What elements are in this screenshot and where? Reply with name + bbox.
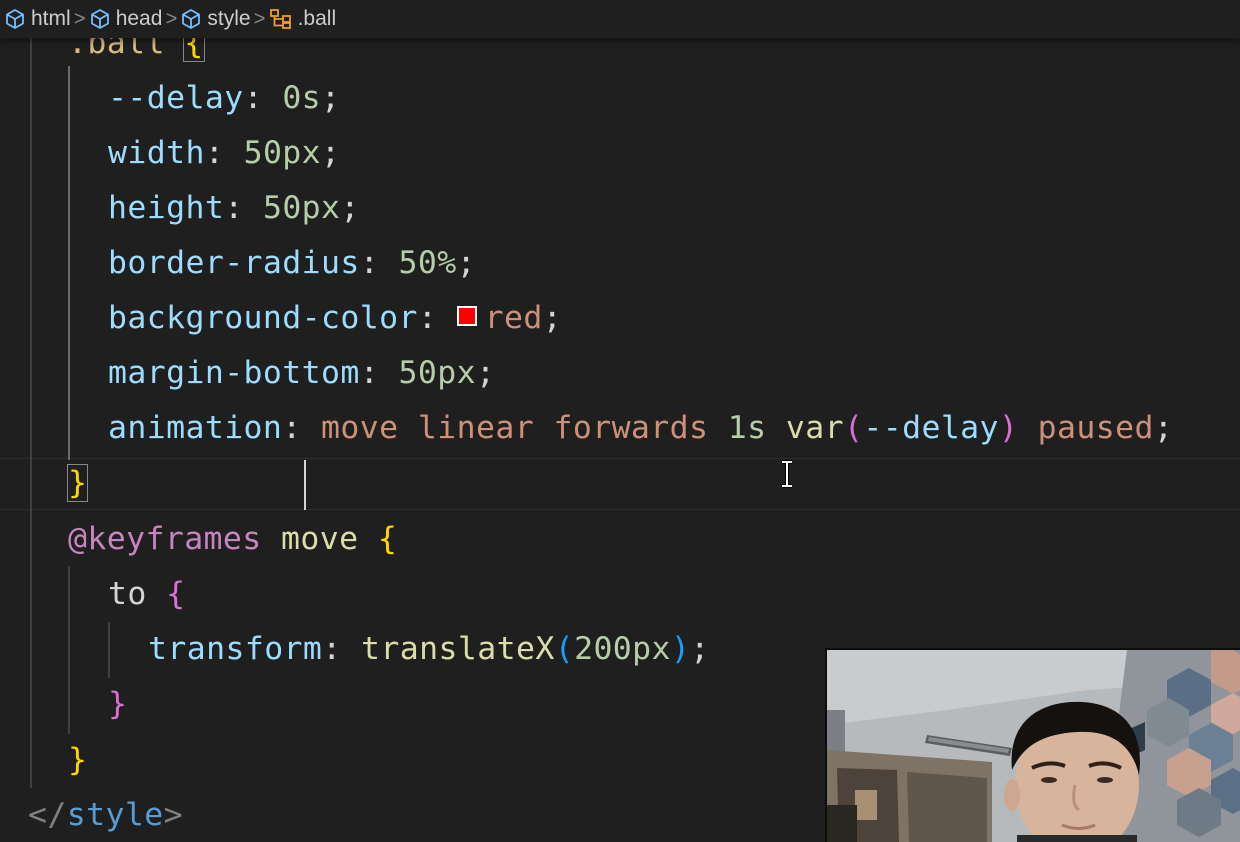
code-line: } [66,456,89,511]
css-property: border-radius [108,245,360,281]
color-swatch-icon[interactable] [456,306,477,326]
code-editor[interactable]: .ball { --delay: 0s; width: 50px; height… [0,0,1240,842]
code-line: height: 50px; [108,190,360,226]
breadcrumb-separator: > [165,7,178,30]
at-rule-keyword: @keyframes [68,521,262,557]
css-value: red [484,300,543,336]
css-property: animation [108,410,283,446]
cube-icon [182,9,201,29]
code-line: </style> [28,797,183,833]
css-function: translateX [361,631,555,667]
code-line: margin-bottom: 50px; [108,355,496,391]
html-tag: style [66,797,164,833]
css-value: 50px [262,190,341,226]
code-line: to { [108,576,186,612]
code-line: animation: move linear forwards 1s var(-… [108,410,1174,446]
code-line: } [108,686,128,722]
current-line-highlight [0,458,1240,510]
selector-icon [269,9,291,29]
keyframes-name: move [281,521,359,557]
ibeam-cursor-icon [782,460,792,488]
text-cursor [304,460,306,510]
breadcrumb-item-html[interactable]: html [4,7,71,31]
css-property: height [108,190,225,226]
css-selector: to [108,576,147,612]
code-line: border-radius: 50%; [108,245,476,281]
webcam-image [827,650,1240,842]
breadcrumb-separator: > [253,7,266,30]
breadcrumb-item-ball[interactable]: .ball [269,7,336,31]
code-line: background-color: red; [108,300,563,336]
code-line: @keyframes move { [68,521,398,557]
indent-guide [30,38,32,788]
css-property: background-color [108,300,418,336]
css-value: 50px [398,355,476,391]
indent-guide [108,622,110,678]
cube-icon [90,9,109,29]
code-line: width: 50px; [108,135,341,171]
breadcrumb-item-style[interactable]: style [180,7,251,31]
webcam-feed [825,648,1240,842]
css-property: transform [148,631,323,667]
breadcrumb: html > head > style > .ball [0,0,1240,38]
cube-icon [6,9,24,29]
breadcrumb-item-head[interactable]: head [89,7,162,31]
css-function: var [785,410,844,446]
css-property: margin-bottom [108,355,360,391]
code-line: --delay: 0s; [108,80,341,116]
indent-guide-active [68,66,70,460]
css-value: 50% [398,245,457,281]
css-value: 0s [282,80,322,116]
css-value: 50px [243,135,322,171]
css-property: --delay [108,80,244,116]
css-property: width [108,135,205,171]
breadcrumb-separator: > [73,7,86,30]
code-line: } [68,742,88,778]
code-line: transform: translateX(200px); [148,631,710,667]
indent-guide [68,566,70,734]
close-brace: } [66,464,89,502]
